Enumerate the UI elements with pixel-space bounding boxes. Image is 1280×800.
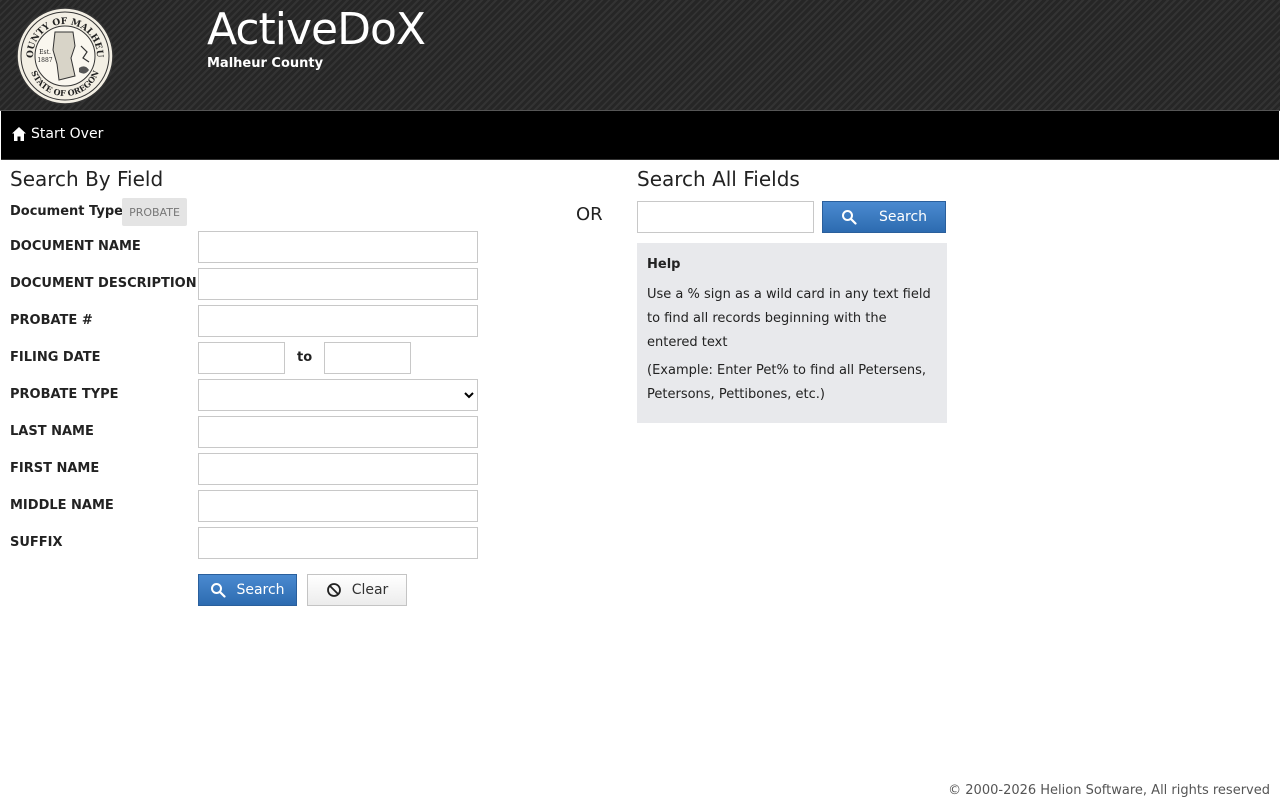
nav-bar: Start Over <box>1 111 1279 160</box>
filing-date-from-input[interactable] <box>198 342 285 374</box>
probate-type-label: PROBATE TYPE <box>10 387 119 402</box>
search-all-button-label: Search <box>878 209 928 225</box>
middle-name-label: MIDDLE NAME <box>10 498 114 513</box>
home-icon <box>12 127 26 141</box>
county-name: Malheur County <box>207 56 324 71</box>
filing-date-label: FILING DATE <box>10 350 101 365</box>
help-panel: Help Use a % sign as a wild card in any … <box>637 243 947 423</box>
search-by-field-title: Search By Field <box>10 167 164 191</box>
document-name-label: DOCUMENT NAME <box>10 239 141 254</box>
search-all-button[interactable]: Search <box>822 201 946 233</box>
document-description-label: DOCUMENT DESCRIPTION <box>10 276 197 291</box>
probate-type-select[interactable] <box>198 379 478 411</box>
search-icon <box>211 583 227 598</box>
site-header: COUNTY OF MALHEUR STATE OF OREGON Est. 1… <box>0 0 1280 111</box>
footer-copyright: © 2000-2026 Helion Software, All rights … <box>948 783 1270 798</box>
svg-text:1887: 1887 <box>37 57 52 64</box>
suffix-input[interactable] <box>198 527 478 559</box>
document-description-input[interactable] <box>198 268 478 300</box>
county-seal-logo: COUNTY OF MALHEUR STATE OF OREGON Est. 1… <box>15 6 114 105</box>
search-all-fields-title: Search All Fields <box>637 167 800 191</box>
first-name-label: FIRST NAME <box>10 461 100 476</box>
last-name-input[interactable] <box>198 416 478 448</box>
document-name-input[interactable] <box>198 231 478 263</box>
filing-date-to-label: to <box>297 350 313 365</box>
clear-button[interactable]: Clear <box>307 574 407 606</box>
clear-button-label: Clear <box>351 582 389 598</box>
probate-number-input[interactable] <box>198 305 478 337</box>
help-text-wildcard: Use a % sign as a wild card in any text … <box>647 287 931 350</box>
svg-text:Est.: Est. <box>39 49 51 56</box>
suffix-label: SUFFIX <box>10 535 63 550</box>
document-type-label: Document Type: <box>10 204 129 219</box>
first-name-input[interactable] <box>198 453 478 485</box>
start-over-link[interactable]: Start Over <box>11 126 103 142</box>
filing-date-to-input[interactable] <box>324 342 411 374</box>
search-button-label: Search <box>236 582 285 598</box>
help-title: Help <box>647 257 681 272</box>
start-over-label: Start Over <box>31 126 104 142</box>
middle-name-input[interactable] <box>198 490 478 522</box>
document-type-badge: PROBATE <box>122 198 187 226</box>
probate-number-label: PROBATE # <box>10 313 93 328</box>
search-all-input[interactable] <box>637 201 814 233</box>
app-title: ActiveDoX <box>207 4 426 55</box>
search-by-field-button[interactable]: Search <box>198 574 297 606</box>
search-icon <box>841 210 857 225</box>
last-name-label: LAST NAME <box>10 424 94 439</box>
or-separator: OR <box>576 204 603 225</box>
ban-icon <box>326 583 341 597</box>
help-text-example: (Example: Enter Pet% to find all Peterse… <box>647 363 927 402</box>
